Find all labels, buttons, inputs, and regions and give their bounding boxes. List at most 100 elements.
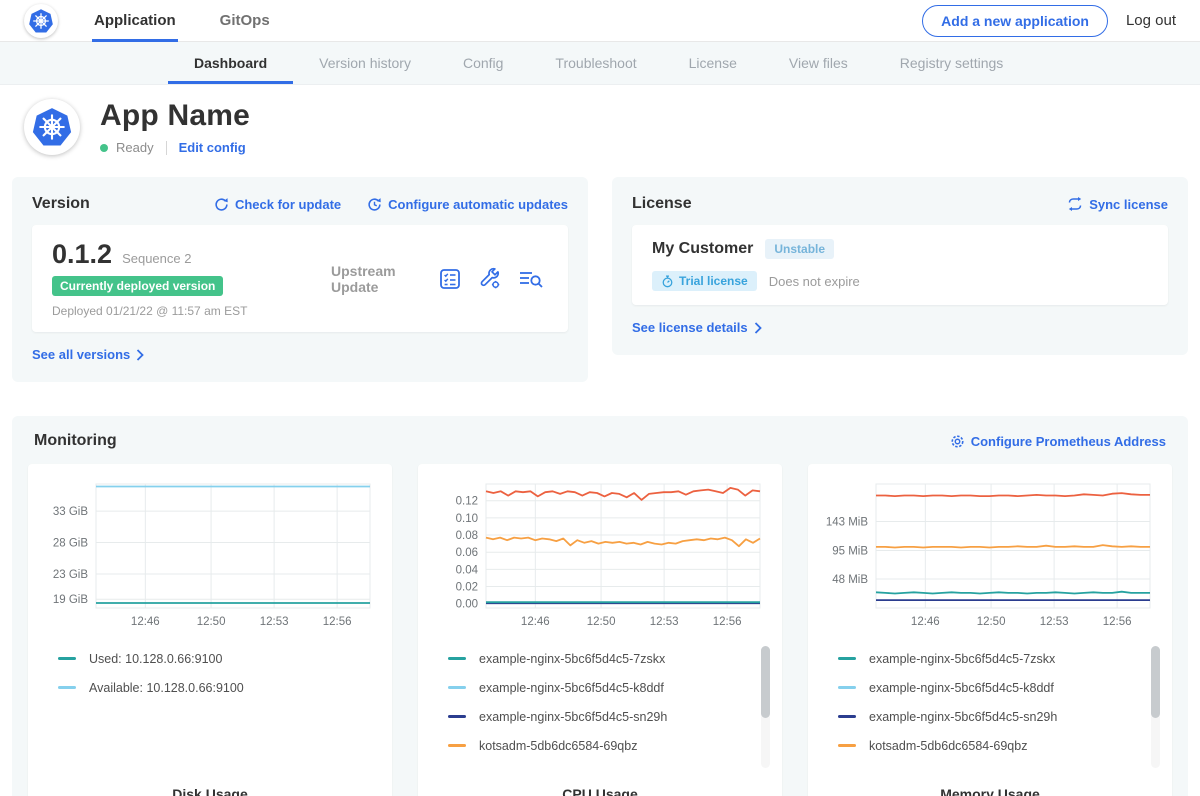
svg-text:12:53: 12:53 [260, 616, 289, 628]
svg-text:23 GiB: 23 GiB [53, 569, 88, 581]
configure-automatic-updates-link[interactable]: Configure automatic updates [367, 197, 568, 212]
legend-scrollbar-thumb[interactable] [1151, 646, 1160, 718]
memory-usage-chart-card: 143 MiB95 MiB48 MiB12:4612:5012:5312:56 … [808, 464, 1172, 796]
version-card-title: Version [32, 195, 90, 213]
tab-registry-settings[interactable]: Registry settings [874, 42, 1029, 84]
chart-title: Memory Usage [816, 774, 1164, 796]
cpu-usage-chart-card: 0.120.100.080.060.040.020.0012:4612:5012… [418, 464, 782, 796]
svg-text:12:50: 12:50 [197, 616, 226, 628]
svg-text:12:56: 12:56 [1103, 616, 1132, 628]
preflight-checks-icon[interactable] [438, 267, 462, 291]
deployed-badge: Currently deployed version [52, 276, 223, 296]
license-card: License Sync license My Customer Unstabl… [612, 177, 1188, 355]
legend-item: kotsadm-5db6dc6584-69qbz [838, 731, 1164, 760]
tab-version-history[interactable]: Version history [293, 42, 437, 84]
legend-dash-icon [448, 686, 466, 689]
legend-label: example-nginx-5bc6f5d4c5-7zskx [479, 652, 665, 666]
tab-dashboard[interactable]: Dashboard [168, 42, 293, 84]
tab-troubleshoot[interactable]: Troubleshoot [529, 42, 662, 84]
disk-usage-chart-card: 33 GiB28 GiB23 GiB19 GiB12:4612:5012:531… [28, 464, 392, 796]
chevron-right-icon [136, 349, 144, 361]
version-card: Version Check for update Configure au [12, 177, 588, 382]
legend-dash-icon [58, 657, 76, 660]
kubernetes-logo-icon[interactable] [24, 4, 58, 38]
legend-dash-icon [448, 715, 466, 718]
legend-dash-icon [448, 657, 466, 660]
license-card-title: License [632, 195, 692, 213]
see-license-details-link[interactable]: See license details [632, 320, 762, 335]
chart-title: CPU Usage [426, 774, 774, 796]
edit-config-link[interactable]: Edit config [179, 140, 246, 155]
add-application-button[interactable]: Add a new application [922, 5, 1108, 37]
svg-text:0.00: 0.00 [456, 599, 478, 611]
legend-dash-icon [838, 744, 856, 747]
topnav-right: Add a new application Log out [922, 5, 1176, 37]
configure-prometheus-link[interactable]: Configure Prometheus Address [950, 434, 1166, 449]
trial-license-badge: Trial license [652, 271, 757, 291]
tab-config[interactable]: Config [437, 42, 529, 84]
svg-text:0.06: 0.06 [456, 547, 478, 559]
tab-view-files[interactable]: View files [763, 42, 874, 84]
legend-label: example-nginx-5bc6f5d4c5-sn29h [479, 710, 667, 724]
svg-text:143 MiB: 143 MiB [826, 517, 869, 529]
disk-usage-legend: Used: 10.128.0.66:9100 Available: 10.128.… [36, 644, 384, 774]
tab-license[interactable]: License [663, 42, 763, 84]
tab-gitops[interactable]: GitOps [218, 0, 272, 42]
svg-text:12:56: 12:56 [713, 616, 742, 628]
app-status-text: Ready [116, 140, 154, 155]
legend-label: Available: 10.128.0.66:9100 [89, 681, 244, 695]
edit-config-icon[interactable] [478, 267, 502, 291]
legend-dash-icon [838, 657, 856, 660]
legend-label: example-nginx-5bc6f5d4c5-k8ddf [869, 681, 1054, 695]
svg-text:19 GiB: 19 GiB [53, 594, 88, 606]
legend-dash-icon [58, 686, 76, 689]
svg-text:0.12: 0.12 [456, 496, 478, 508]
legend-item: example-nginx-5bc6f5d4c5-sn29h [838, 702, 1164, 731]
legend-scrollbar-thumb[interactable] [761, 646, 770, 718]
tab-application[interactable]: Application [92, 0, 178, 42]
legend-label: example-nginx-5bc6f5d4c5-k8ddf [479, 681, 664, 695]
svg-text:12:50: 12:50 [587, 616, 616, 628]
see-all-versions-link[interactable]: See all versions [32, 347, 144, 362]
check-for-update-link[interactable]: Check for update [214, 197, 341, 212]
app-sub-navbar: Dashboard Version history Config Trouble… [0, 42, 1200, 85]
legend-item: example-nginx-5bc6f5d4c5-7zskx [838, 644, 1164, 673]
chart-title: Disk Usage [36, 774, 384, 796]
legend-item: Available: 10.128.0.66:9100 [58, 673, 384, 702]
chevron-right-icon [754, 322, 762, 334]
topnav-tabs: Application GitOps [92, 0, 312, 42]
svg-text:12:53: 12:53 [1040, 616, 1069, 628]
cpu-usage-chart: 0.120.100.080.060.040.020.0012:4612:5012… [426, 476, 774, 634]
legend-item: kotsadm-5db6dc6584-69qbz [448, 731, 774, 760]
divider [166, 141, 167, 155]
svg-text:12:56: 12:56 [323, 616, 352, 628]
svg-text:95 MiB: 95 MiB [832, 546, 868, 558]
sync-license-link[interactable]: Sync license [1067, 197, 1168, 212]
legend-item: example-nginx-5bc6f5d4c5-7zskx [448, 644, 774, 673]
legend-scrollbar[interactable] [1151, 646, 1160, 768]
view-files-icon[interactable] [518, 267, 544, 291]
svg-text:12:46: 12:46 [521, 616, 550, 628]
memory-usage-legend: example-nginx-5bc6f5d4c5-7zskx example-ng… [816, 644, 1164, 774]
refresh-icon [214, 197, 229, 212]
cpu-usage-legend: example-nginx-5bc6f5d4c5-7zskx example-ng… [426, 644, 774, 774]
deployed-timestamp: Deployed 01/21/22 @ 11:57 am EST [52, 304, 307, 318]
legend-item: example-nginx-5bc6f5d4c5-sn29h [448, 702, 774, 731]
app-header: App Name Ready Edit config [0, 85, 1200, 171]
sync-icon [1067, 197, 1083, 211]
version-number: 0.1.2 [52, 239, 112, 270]
legend-label: Used: 10.128.0.66:9100 [89, 652, 222, 666]
logout-button[interactable]: Log out [1126, 12, 1176, 29]
svg-text:12:46: 12:46 [131, 616, 160, 628]
gear-icon [950, 434, 965, 449]
customer-name: My Customer [652, 240, 753, 258]
svg-text:0.10: 0.10 [456, 513, 478, 525]
svg-text:12:50: 12:50 [977, 616, 1006, 628]
legend-scrollbar[interactable] [761, 646, 770, 768]
legend-item: Used: 10.128.0.66:9100 [58, 644, 384, 673]
clock-refresh-icon [367, 197, 382, 212]
legend-label: example-nginx-5bc6f5d4c5-sn29h [869, 710, 1057, 724]
legend-dash-icon [448, 744, 466, 747]
disk-usage-chart: 33 GiB28 GiB23 GiB19 GiB12:4612:5012:531… [36, 476, 384, 634]
svg-text:0.04: 0.04 [456, 564, 479, 576]
